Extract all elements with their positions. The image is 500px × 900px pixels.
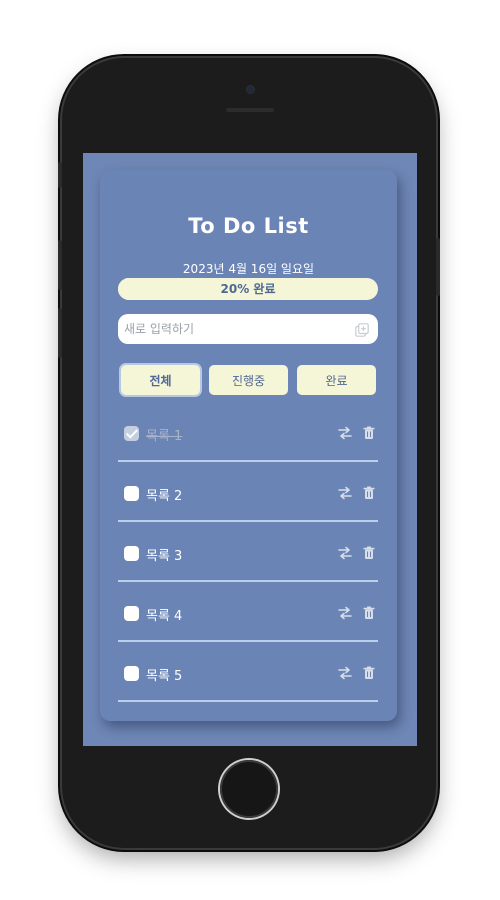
- list-item: 목록 1: [118, 402, 378, 462]
- item-checkbox[interactable]: [124, 606, 139, 621]
- tab-in-progress[interactable]: 진행중: [209, 365, 288, 395]
- item-checkbox[interactable]: [124, 426, 139, 441]
- front-camera: [247, 86, 254, 93]
- swap-arrows-icon[interactable]: [337, 665, 353, 681]
- item-label: 목록 4: [146, 609, 183, 624]
- item-label: 목록 3: [146, 549, 183, 564]
- list-item: 목록 3: [118, 522, 378, 582]
- power-button: [436, 238, 440, 296]
- trash-icon[interactable]: [361, 605, 377, 621]
- item-label: 목록 1: [146, 429, 183, 444]
- trash-icon[interactable]: [361, 665, 377, 681]
- item-checkbox[interactable]: [124, 666, 139, 681]
- trash-icon[interactable]: [361, 545, 377, 561]
- todo-list: 목록 1 목록 2 목록 3 목록 4 목록 5: [118, 402, 378, 702]
- new-item-input[interactable]: [118, 314, 354, 344]
- volume-up-button: [58, 240, 62, 290]
- volume-down-button: [58, 308, 62, 358]
- swap-arrows-icon[interactable]: [337, 605, 353, 621]
- swap-arrows-icon[interactable]: [337, 545, 353, 561]
- list-item: 목록 5: [118, 642, 378, 702]
- trash-icon[interactable]: [361, 485, 377, 501]
- list-item: 목록 4: [118, 582, 378, 642]
- tab-all[interactable]: 전체: [121, 365, 200, 395]
- tab-completed[interactable]: 완료: [297, 365, 376, 395]
- swap-arrows-icon[interactable]: [337, 425, 353, 441]
- home-button[interactable]: [220, 760, 278, 818]
- current-date: 2023년 4월 16일 일요일: [182, 262, 315, 276]
- item-label: 목록 5: [146, 669, 183, 684]
- progress-label: 20% 완료: [220, 282, 276, 296]
- mute-switch: [58, 162, 62, 188]
- filter-tabs: 전체 진행중 완료: [118, 365, 378, 397]
- trash-icon[interactable]: [361, 425, 377, 441]
- todo-card: To Do List 2023년 4월 16일 일요일 20% 완료 전체 진행…: [100, 170, 397, 721]
- earpiece-speaker: [226, 108, 274, 112]
- item-checkbox[interactable]: [124, 546, 139, 561]
- app-title: To Do List: [188, 214, 309, 238]
- screen: To Do List 2023년 4월 16일 일요일 20% 완료 전체 진행…: [83, 153, 417, 746]
- new-item-field: [118, 314, 378, 344]
- list-item: 목록 2: [118, 462, 378, 522]
- item-label: 목록 2: [146, 489, 183, 504]
- item-checkbox[interactable]: [124, 486, 139, 501]
- swap-arrows-icon[interactable]: [337, 485, 353, 501]
- progress-bar: 20% 완료: [118, 278, 378, 300]
- add-copy-icon[interactable]: [355, 322, 369, 337]
